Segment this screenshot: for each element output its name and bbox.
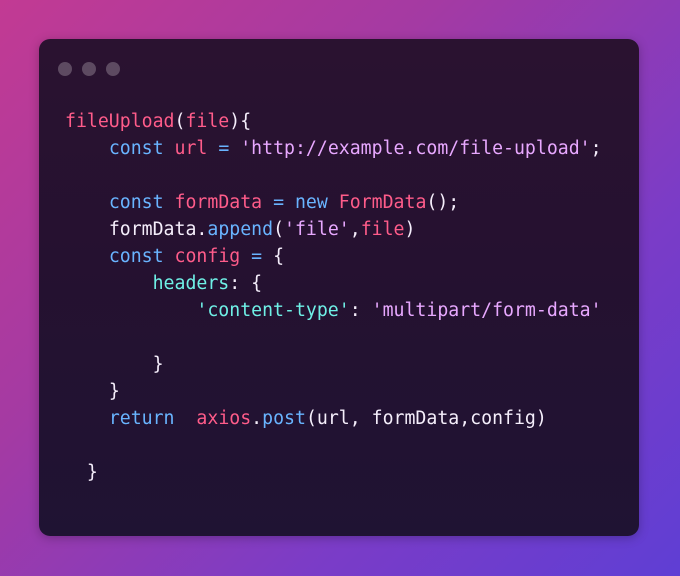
code-token: = (273, 192, 285, 213)
code-line: } (65, 459, 602, 486)
code-token: const (108, 246, 164, 267)
code-token: const (108, 138, 164, 159)
code-token: = (251, 246, 263, 267)
code-token: fileUpload (65, 111, 175, 132)
code-token: (url, formData,config) (305, 408, 547, 429)
code-line: } (65, 351, 602, 378)
code-line: headers: { (65, 270, 602, 297)
code-token: const (108, 192, 164, 213)
code-token: ; (590, 138, 602, 159)
code-line: const formData = new FormData(); (65, 189, 602, 216)
code-token: post (262, 408, 306, 429)
code-line: const url = 'http://example.com/file-upl… (65, 135, 602, 162)
code-token: FormData (338, 192, 427, 213)
code-token: . (251, 408, 263, 429)
code-line: return axios.post(url, formData,config) (65, 405, 602, 432)
code-line: } (65, 378, 602, 405)
code-line: formData.append('file',file) (65, 216, 602, 243)
code-token: url (174, 138, 208, 159)
code-token: formData (108, 219, 197, 240)
code-token: } (86, 462, 98, 483)
code-token: : (349, 300, 372, 321)
code-token: config (174, 246, 241, 267)
code-token: } (152, 354, 164, 375)
code-token: . (196, 219, 208, 240)
window-controls (58, 62, 120, 76)
code-token: 'http://example.com/file-upload' (240, 138, 591, 159)
code-token: ) (404, 219, 416, 240)
code-block: fileUpload(file){ const url = 'http://ex… (65, 108, 602, 486)
code-token: ){ (229, 111, 252, 132)
code-token: 'file' (284, 219, 350, 240)
code-token: file (185, 111, 230, 132)
code-token: , (349, 219, 361, 240)
code-token: = (218, 138, 230, 159)
code-token: headers (152, 273, 230, 294)
minimize-dot-icon[interactable] (82, 62, 96, 76)
maximize-dot-icon[interactable] (106, 62, 120, 76)
code-window: fileUpload(file){ const url = 'http://ex… (39, 39, 639, 536)
code-token: ( (273, 219, 285, 240)
code-token: { (262, 246, 285, 267)
code-token: append (207, 219, 274, 240)
code-token: 'content-type' (196, 300, 350, 321)
code-token: : { (229, 273, 263, 294)
close-dot-icon[interactable] (58, 62, 72, 76)
code-token: axios (196, 408, 252, 429)
code-line: const config = { (65, 243, 602, 270)
code-line: fileUpload(file){ (65, 108, 602, 135)
code-token: ( (174, 111, 186, 132)
code-line: 'content-type': 'multipart/form-data' (65, 297, 602, 324)
code-token: } (108, 381, 120, 402)
code-token: formData (174, 192, 263, 213)
code-token: (); (426, 192, 460, 213)
code-token: 'multipart/form-data' (371, 300, 602, 321)
code-token: new (294, 192, 328, 213)
code-token: file (360, 219, 405, 240)
code-token: return (108, 408, 175, 429)
